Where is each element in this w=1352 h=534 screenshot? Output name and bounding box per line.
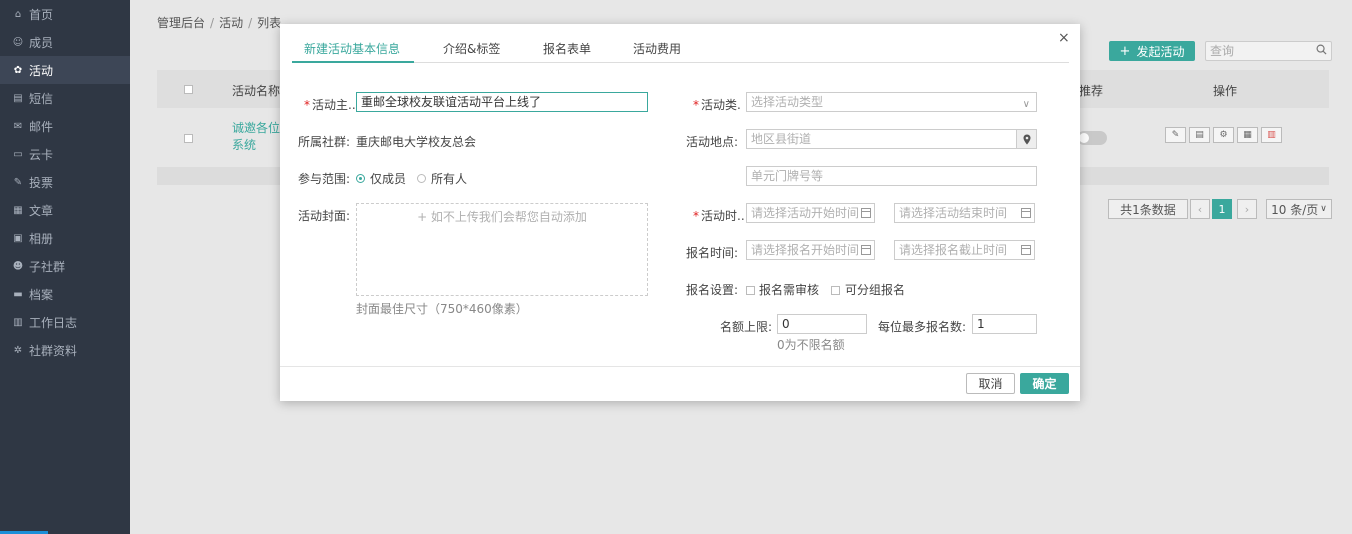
activity-start-time-input[interactable]: 请选择活动开始时间 — [746, 203, 875, 223]
required-mark: * — [304, 98, 310, 112]
community-value: 重庆邮电大学校友总会 — [356, 135, 477, 149]
tab-intro-tags[interactable]: 介绍&标签 — [443, 40, 500, 57]
calendar-icon — [861, 245, 871, 255]
modal-footer-divider — [280, 366, 1080, 367]
quota-input[interactable]: 0 — [777, 314, 867, 334]
signup-audit-checkbox[interactable] — [746, 286, 755, 295]
signup-end-placeholder: 请选择报名截止时间 — [899, 243, 1008, 257]
calendar-icon — [1021, 245, 1031, 255]
modal-tabs: 新建活动基本信息 介绍&标签 报名表单 活动费用 — [292, 38, 1069, 63]
quota-label: 名额上限: — [720, 320, 773, 334]
signup-group-checkbox[interactable] — [831, 286, 840, 295]
location-input[interactable]: 地区县街道 — [746, 129, 1037, 149]
time-label-text: 活动时.. — [701, 209, 745, 223]
time-label: * 活动时.. — [693, 207, 745, 224]
activity-type-select[interactable]: 选择活动类型 ∨ — [746, 92, 1037, 112]
type-label-text: 活动类. — [701, 98, 741, 112]
quota-hint: 0为不限名额 — [777, 338, 845, 352]
signup-start-placeholder: 请选择报名开始时间 — [751, 243, 860, 257]
cancel-button[interactable]: 取消 — [966, 373, 1015, 394]
map-pin-icon[interactable] — [1016, 130, 1036, 148]
address-detail-input[interactable]: 单元门牌号等 — [746, 166, 1037, 186]
type-placeholder: 选择活动类型 — [751, 95, 824, 109]
required-mark: * — [693, 209, 699, 223]
signup-group-label[interactable]: 可分组报名 — [845, 281, 905, 298]
start-time-placeholder: 请选择活动开始时间 — [751, 206, 860, 220]
scope-members-label[interactable]: 仅成员 — [370, 170, 406, 187]
cover-label: 活动封面: — [298, 209, 351, 223]
scope-everyone-label[interactable]: 所有人 — [431, 170, 467, 187]
active-tab-indicator — [292, 61, 414, 63]
scope-members-radio[interactable] — [356, 174, 365, 183]
location-placeholder: 地区县街道 — [751, 132, 812, 146]
subject-label-text: 活动主.. — [312, 98, 356, 112]
cover-upload-area[interactable]: + 如不上传我们会帮您自动添加 — [356, 203, 648, 296]
type-label: * 活动类. — [693, 96, 741, 113]
per-person-input[interactable]: 1 — [972, 314, 1037, 334]
location-label: 活动地点: — [686, 135, 739, 149]
end-time-placeholder: 请选择活动结束时间 — [899, 206, 1008, 220]
signup-setting-label: 报名设置: — [686, 283, 739, 297]
cover-size-hint: 封面最佳尺寸（750*460像素） — [356, 302, 528, 316]
signup-start-time-input[interactable]: 请选择报名开始时间 — [746, 240, 875, 260]
signup-end-time-input[interactable]: 请选择报名截止时间 — [894, 240, 1035, 260]
confirm-button[interactable]: 确定 — [1020, 373, 1069, 394]
signup-time-label: 报名时间: — [686, 246, 739, 260]
scope-everyone-radio[interactable] — [417, 174, 426, 183]
create-activity-modal: 新建活动基本信息 介绍&标签 报名表单 活动费用 × * 活动主.. 重邮全球校友… — [280, 24, 1080, 401]
community-label: 所属社群: — [298, 135, 351, 149]
tab-signup-form[interactable]: 报名表单 — [543, 40, 591, 57]
activity-end-time-input[interactable]: 请选择活动结束时间 — [894, 203, 1035, 223]
subject-label: * 活动主.. — [304, 96, 356, 113]
calendar-icon — [1021, 208, 1031, 218]
signup-audit-label[interactable]: 报名需审核 — [759, 281, 819, 298]
tab-activity-fee[interactable]: 活动费用 — [633, 40, 681, 57]
scope-label: 参与范围: — [298, 172, 351, 186]
close-icon[interactable]: × — [1058, 30, 1070, 46]
tab-basic-info[interactable]: 新建活动基本信息 — [304, 40, 400, 57]
subject-input[interactable]: 重邮全球校友联谊活动平台上线了 — [356, 92, 648, 112]
per-person-label: 每位最多报名数: — [878, 320, 967, 334]
required-mark: * — [693, 98, 699, 112]
cover-upload-text: + 如不上传我们会帮您自动添加 — [417, 210, 587, 224]
calendar-icon — [861, 208, 871, 218]
chevron-down-icon: ∨ — [1022, 99, 1030, 110]
